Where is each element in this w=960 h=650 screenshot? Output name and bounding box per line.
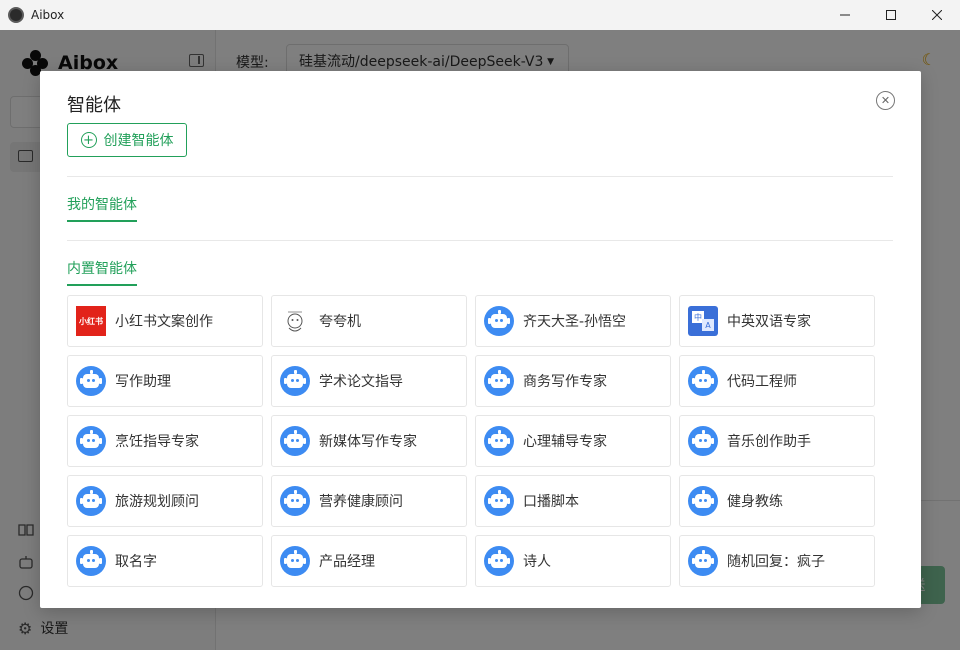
agent-card[interactable]: 写作助理	[67, 355, 263, 407]
maximize-button[interactable]	[868, 0, 914, 30]
robot-icon	[688, 546, 718, 576]
close-icon	[932, 10, 942, 20]
agent-card[interactable]: 烹饪指导专家	[67, 415, 263, 467]
robot-icon	[76, 486, 106, 516]
dialog-close-button[interactable]: ✕	[876, 91, 895, 110]
agent-card-label: 商务写作专家	[523, 374, 607, 390]
agent-card[interactable]: 代码工程师	[679, 355, 875, 407]
agent-card-label: 烹饪指导专家	[115, 434, 199, 450]
create-agent-button[interactable]: + 创建智能体	[67, 123, 187, 157]
agent-card[interactable]: 诗人	[475, 535, 671, 587]
divider	[67, 176, 893, 177]
dialog-title: 智能体	[67, 95, 121, 116]
agent-card-label: 旅游规划顾问	[115, 494, 199, 510]
agent-card[interactable]: 取名字	[67, 535, 263, 587]
agent-card-label: 产品经理	[319, 554, 375, 570]
title-bar: Aibox	[0, 0, 960, 30]
robot-icon	[688, 486, 718, 516]
agent-card-label: 诗人	[523, 554, 551, 570]
agent-card[interactable]: 营养健康顾问	[271, 475, 467, 527]
agent-card[interactable]: 音乐创作助手	[679, 415, 875, 467]
robot-icon	[484, 426, 514, 456]
agent-card-label: 学术论文指导	[319, 374, 403, 390]
agent-card-label: 取名字	[115, 554, 157, 570]
window-title: Aibox	[31, 8, 65, 22]
agent-card-label: 齐天大圣-孙悟空	[523, 314, 627, 330]
builtin-agents-tab[interactable]: 内置智能体	[67, 258, 137, 286]
agent-card[interactable]: 夸夸机	[271, 295, 467, 347]
agent-card-label: 代码工程师	[727, 374, 797, 390]
robot-icon	[280, 486, 310, 516]
agent-card[interactable]: 齐天大圣-孙悟空	[475, 295, 671, 347]
robot-icon	[484, 306, 514, 336]
agent-card[interactable]: 学术论文指导	[271, 355, 467, 407]
minimize-button[interactable]	[822, 0, 868, 30]
robot-icon	[484, 546, 514, 576]
xiaohongshu-logo-icon: 小红书	[76, 306, 106, 336]
robot-icon	[280, 366, 310, 396]
agent-card-label: 新媒体写作专家	[319, 434, 417, 450]
my-agents-tab[interactable]: 我的智能体	[67, 194, 137, 222]
agent-card[interactable]: 旅游规划顾问	[67, 475, 263, 527]
app-logo-icon	[8, 7, 24, 23]
agent-card[interactable]: 新媒体写作专家	[271, 415, 467, 467]
agent-card-label: 营养健康顾问	[319, 494, 403, 510]
sketch-avatar-icon	[280, 306, 310, 336]
robot-icon	[688, 426, 718, 456]
agent-card[interactable]: 产品经理	[271, 535, 467, 587]
agent-dialog: 智能体 ✕ + 创建智能体 我的智能体 内置智能体 小红书 小红书文案创作 夸夸机 齐…	[40, 71, 921, 608]
divider	[67, 240, 893, 241]
agent-card-label: 夸夸机	[319, 314, 361, 330]
agent-grid: 小红书 小红书文案创作 夸夸机 齐天大圣-孙悟空 中 A 中英双语专家写作助理 学术论文指导 商…	[67, 295, 875, 587]
agent-card-label: 口播脚本	[523, 494, 579, 510]
agent-card[interactable]: 口播脚本	[475, 475, 671, 527]
robot-icon	[76, 426, 106, 456]
agent-card-label: 心理辅导专家	[523, 434, 607, 450]
robot-icon	[484, 366, 514, 396]
close-window-button[interactable]	[914, 0, 960, 30]
agent-card-label: 写作助理	[115, 374, 171, 390]
agent-card[interactable]: 健身教练	[679, 475, 875, 527]
robot-icon	[280, 426, 310, 456]
plus-circle-icon: +	[80, 132, 97, 148]
agent-card-label: 随机回复：疯子	[727, 554, 825, 570]
translate-icon: 中A	[688, 306, 718, 336]
agent-card-label: 健身教练	[727, 494, 783, 510]
agent-card-label: 小红书文案创作	[115, 314, 213, 330]
agent-card[interactable]: 小红书 小红书文案创作	[67, 295, 263, 347]
create-agent-label: 创建智能体	[103, 133, 174, 149]
minimize-icon	[840, 14, 850, 16]
agent-card[interactable]: 随机回复：疯子	[679, 535, 875, 587]
maximize-icon	[886, 10, 896, 20]
robot-icon	[484, 486, 514, 516]
agent-card[interactable]: 心理辅导专家	[475, 415, 671, 467]
window-controls	[822, 0, 960, 30]
agent-card-label: 音乐创作助手	[727, 434, 811, 450]
robot-icon	[280, 546, 310, 576]
agent-card[interactable]: 中 A 中英双语专家	[679, 295, 875, 347]
agent-card-label: 中英双语专家	[727, 314, 811, 330]
robot-icon	[688, 366, 718, 396]
close-circle-icon: ✕	[880, 94, 891, 107]
robot-icon	[76, 366, 106, 396]
robot-icon	[76, 546, 106, 576]
agent-card[interactable]: 商务写作专家	[475, 355, 671, 407]
